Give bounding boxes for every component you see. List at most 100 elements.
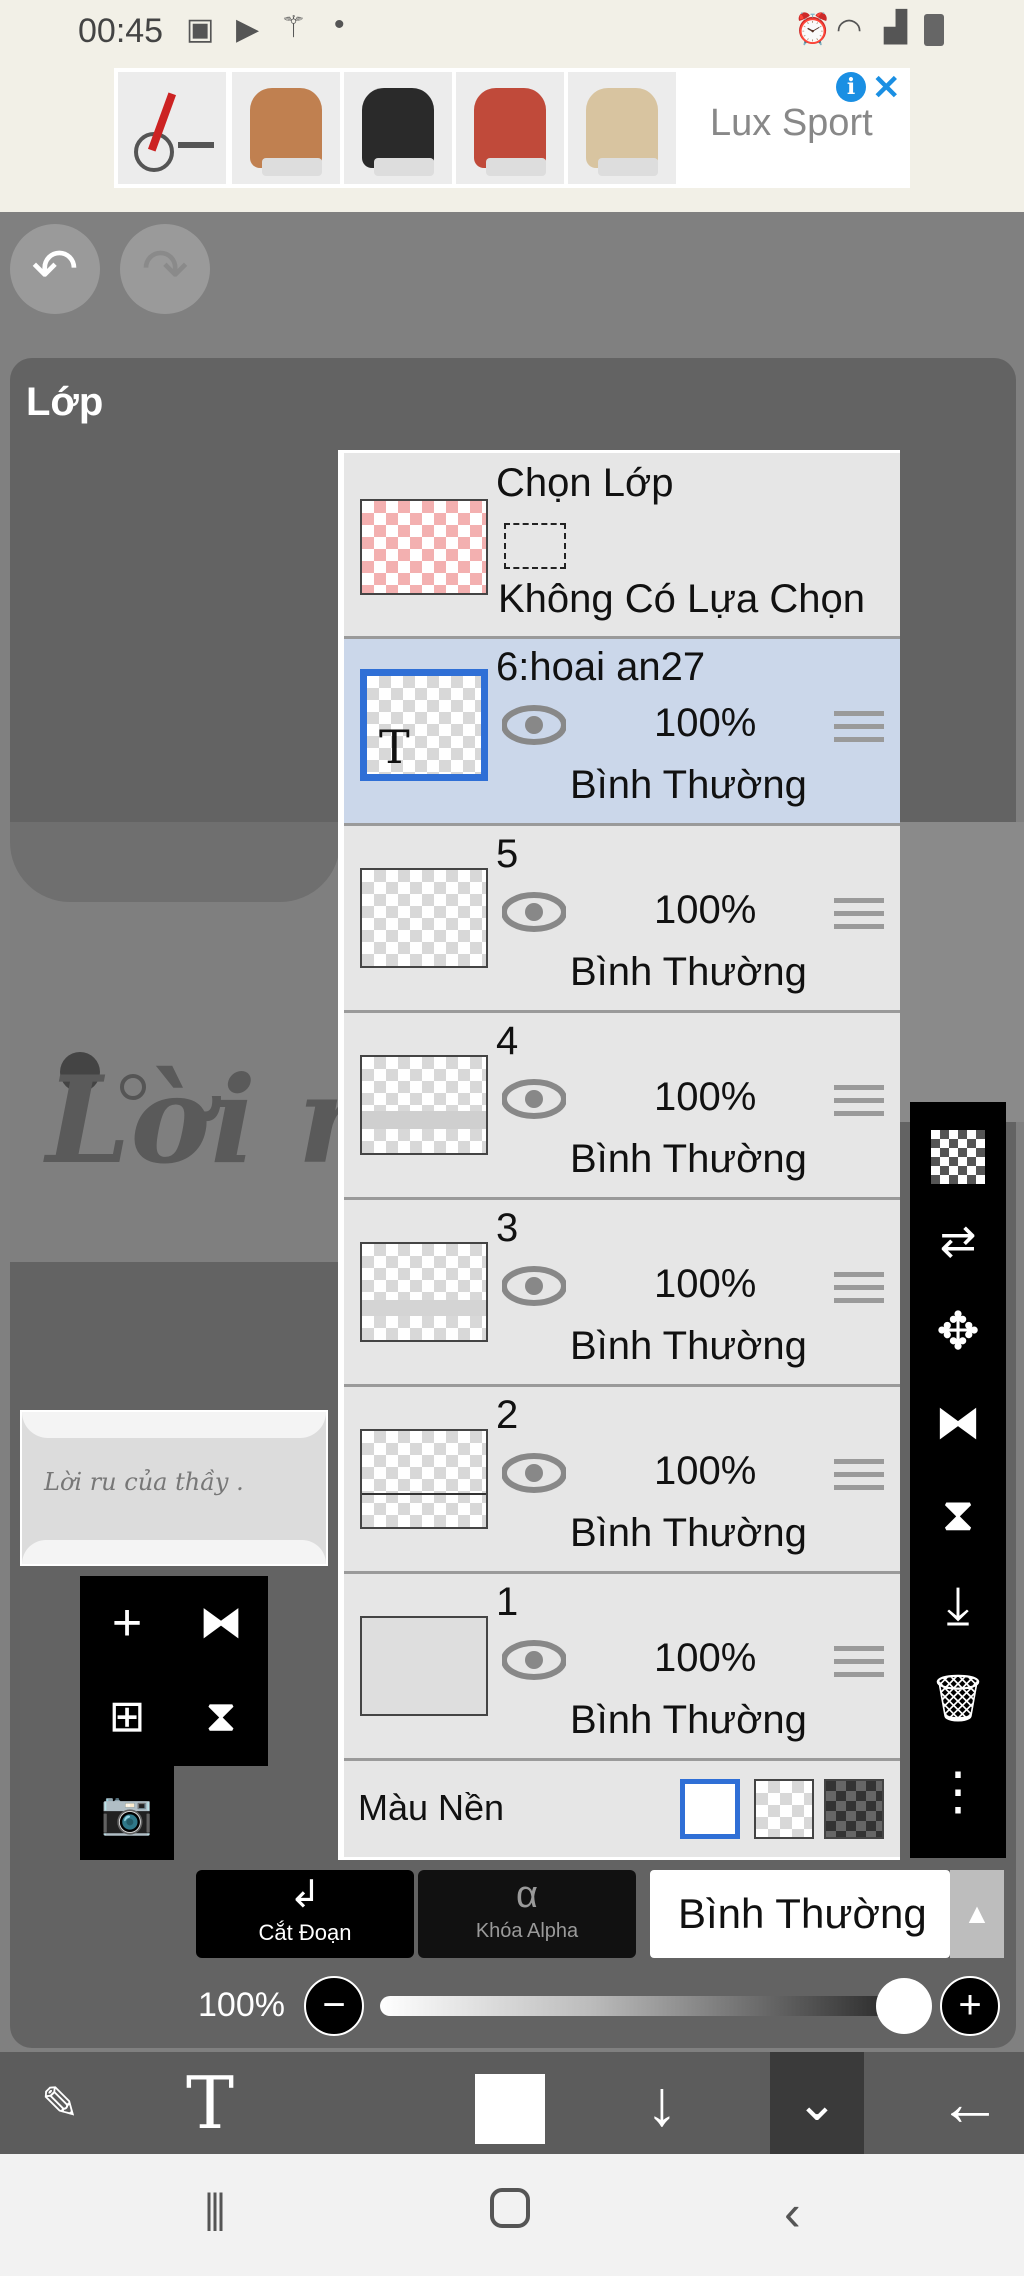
layer-row[interactable]: 3 100% Bình Thường xyxy=(344,1200,900,1387)
alpha-lock-label: Khóa Alpha xyxy=(475,1920,579,1942)
canvas-preview[interactable]: Lời ru của thầy . xyxy=(20,1410,328,1566)
undo-icon: ↶ xyxy=(31,237,79,300)
home-icon[interactable] xyxy=(490,2188,530,2228)
canvas-text: Lời r xyxy=(46,1050,361,1191)
swap-icon: ⇄ xyxy=(939,1217,977,1266)
layer-row[interactable]: 5 100% Bình Thường xyxy=(344,826,900,1013)
back-button[interactable]: ← xyxy=(920,2052,1020,2154)
preview-text: Lời ru của thầy . xyxy=(44,1468,244,1496)
move-button[interactable]: ✥ xyxy=(910,1292,1006,1372)
duplicate-layer-button[interactable]: ⊞ xyxy=(80,1670,174,1764)
drag-handle-icon[interactable] xyxy=(834,1646,884,1685)
redo-icon: ↷ xyxy=(141,237,189,300)
ad-image-chair-brown[interactable] xyxy=(232,72,340,184)
drag-handle-icon[interactable] xyxy=(834,1085,884,1124)
canvas-view-right[interactable] xyxy=(898,822,1024,1122)
layer-opacity: 100% xyxy=(654,1449,757,1493)
layer-blend-mode: Bình Thường xyxy=(570,1511,807,1555)
bg-dark-swatch[interactable] xyxy=(824,1779,884,1839)
ad-image-bike[interactable] xyxy=(118,72,226,184)
nav-back-icon[interactable]: ‹ xyxy=(784,2184,801,2242)
layer-blend-mode: Bình Thường xyxy=(570,950,807,994)
camera-icon: 📷 xyxy=(100,1789,154,1836)
add-layer-button[interactable]: + xyxy=(80,1576,174,1670)
visibility-eye-icon[interactable] xyxy=(502,1079,566,1119)
layer-row[interactable]: 4 100% Bình Thường xyxy=(344,1013,900,1200)
layer-list: Chọn Lớp Không Có Lựa Chọn T 6:hoai an27… xyxy=(338,450,900,1860)
opacity-decrease-button[interactable]: − xyxy=(304,1976,364,2036)
select-layer-row[interactable]: Chọn Lớp Không Có Lựa Chọn xyxy=(344,453,900,639)
drag-handle-icon[interactable] xyxy=(834,1459,884,1498)
pen-eraser-icon: ✎ xyxy=(40,2077,80,2129)
layer-opacity: 100% xyxy=(654,888,757,932)
layer-blend-mode: Bình Thường xyxy=(570,1698,807,1742)
layer-panel-toggle-button[interactable]: ⌄ xyxy=(770,2052,864,2154)
background-row: Màu Nền xyxy=(344,1761,900,1857)
opacity-increase-button[interactable]: + xyxy=(940,1976,1000,2036)
text-tool-button[interactable]: T xyxy=(160,2052,260,2154)
drag-handle-icon[interactable] xyxy=(834,898,884,937)
flip-horizontal-button[interactable]: ⧓ xyxy=(910,1382,1006,1462)
visibility-eye-icon[interactable] xyxy=(502,892,566,932)
ad-image-chair-black[interactable] xyxy=(344,72,452,184)
flip-vertical-button[interactable]: ⧗ xyxy=(910,1474,1006,1554)
canvas-view[interactable] xyxy=(10,822,340,1262)
add-copy-icon: ⊞ xyxy=(108,1692,146,1741)
ad-image-chair-red[interactable] xyxy=(456,72,564,184)
chevron-double-down-icon: ⌄ xyxy=(796,2075,838,2131)
battery-icon xyxy=(924,14,944,46)
alpha-lock-button[interactable]: α Khóa Alpha xyxy=(418,1870,636,1958)
visibility-eye-icon[interactable] xyxy=(502,1266,566,1306)
merge-down-icon: ⤓ xyxy=(946,1577,970,1635)
blend-mode-arrow-icon[interactable]: ▲ xyxy=(950,1870,1004,1958)
flip-layer-horizontal-button[interactable]: ⧓ xyxy=(174,1576,268,1670)
status-bar: 00:45 ▣ ▶ ⚚ • ⏰ ◠ ▟ Lux Sport i ✕ xyxy=(0,0,1024,212)
delete-layer-button[interactable]: 🗑 xyxy=(910,1658,1006,1738)
layer-row[interactable]: 2 100% Bình Thường xyxy=(344,1387,900,1574)
layer-thumbnail xyxy=(360,868,488,968)
visibility-eye-icon[interactable] xyxy=(502,1453,566,1493)
redo-button[interactable]: ↷ xyxy=(120,224,210,314)
dot-icon: • xyxy=(334,8,345,41)
opacity-slider-knob[interactable] xyxy=(876,1978,932,2034)
layer-opacity: 100% xyxy=(654,1636,757,1680)
layer-row[interactable]: 1 100% Bình Thường xyxy=(344,1574,900,1761)
flip-vertical-icon: ⧗ xyxy=(205,1692,237,1741)
flip-layer-vertical-button[interactable]: ⧗ xyxy=(174,1670,268,1764)
visibility-eye-icon[interactable] xyxy=(502,705,566,745)
recent-apps-icon[interactable]: ⦀ xyxy=(204,2184,226,2243)
undo-button[interactable]: ↶ xyxy=(10,224,100,314)
panel-title: Lớp xyxy=(26,380,104,424)
layer-blend-mode: Bình Thường xyxy=(570,1137,807,1181)
more-button[interactable]: ⋮ xyxy=(910,1752,1006,1832)
layer-thumbnail xyxy=(360,1616,488,1716)
drag-handle-icon[interactable] xyxy=(834,711,884,750)
visibility-eye-icon[interactable] xyxy=(502,1640,566,1680)
ad-close-icon[interactable]: ✕ xyxy=(872,68,901,108)
bg-white-swatch[interactable] xyxy=(680,1779,740,1839)
import-button[interactable]: ↓ xyxy=(612,2052,712,2154)
clipping-button[interactable]: ↲ Cắt Đoạn xyxy=(196,1870,414,1958)
tool-switch-button[interactable]: ✎ xyxy=(10,2052,110,2154)
layer-row[interactable]: T 6:hoai an27 100% Bình Thường xyxy=(344,639,900,826)
back-arrow-icon: ← xyxy=(938,2067,1002,2139)
plus-icon: + xyxy=(111,1594,143,1652)
bg-transparent-swatch[interactable] xyxy=(754,1779,814,1839)
ad-brand[interactable]: Lux Sport xyxy=(710,102,873,145)
merge-down-button[interactable]: ⤓ xyxy=(910,1566,1006,1646)
opacity-value: 100% xyxy=(198,1986,285,2024)
color-swatch-button[interactable] xyxy=(460,2052,560,2154)
clipping-label: Cắt Đoạn xyxy=(258,1920,352,1945)
transparency-tool-button[interactable] xyxy=(910,1112,1006,1192)
ad-info-icon[interactable]: i xyxy=(836,72,866,102)
opacity-slider[interactable] xyxy=(380,1996,910,2016)
layer-name: 1 xyxy=(496,1580,519,1624)
flip-horizontal-icon: ⧓ xyxy=(935,1396,981,1448)
layer-blend-mode: Bình Thường xyxy=(570,763,807,807)
ad-image-chair-beige[interactable] xyxy=(568,72,676,184)
drag-handle-icon[interactable] xyxy=(834,1272,884,1311)
ad-banner[interactable]: Lux Sport i ✕ xyxy=(114,68,910,188)
camera-layer-button[interactable]: 📷 xyxy=(80,1766,174,1860)
swap-layer-button[interactable]: ⇄ xyxy=(910,1202,1006,1282)
layer-name: 3 xyxy=(496,1206,519,1250)
